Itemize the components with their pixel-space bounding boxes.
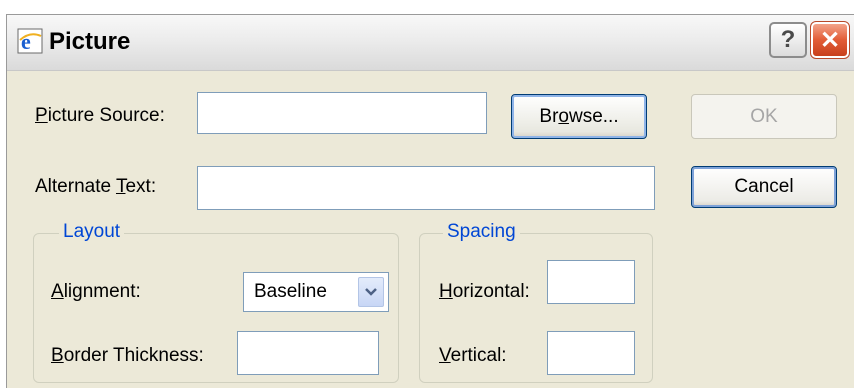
border-thickness-accel: B [51, 345, 64, 366]
question-icon: ? [780, 26, 796, 53]
picture-source-accel: P [35, 105, 48, 126]
alignment-label: Alignment: [51, 281, 141, 303]
horizontal-accel: H [439, 281, 453, 302]
picture-source-label-text: icture Source: [47, 105, 165, 126]
horizontal-spacing-input[interactable] [547, 260, 635, 304]
ie-logo-icon: e [17, 28, 43, 54]
browse-label-rest: wse... [568, 105, 619, 127]
cancel-label: Cancel [734, 176, 794, 197]
vertical-label-text: ertical: [450, 345, 507, 366]
close-button[interactable]: ✕ [810, 21, 850, 59]
dialog-title: Picture [49, 28, 131, 55]
title-bar[interactable]: e Picture ? ✕ [7, 15, 854, 71]
ok-button[interactable]: OK [691, 94, 837, 139]
ok-label: OK [750, 105, 778, 127]
spacing-group-title: Spacing [443, 221, 520, 243]
alternate-text-label-pre: Alternate [35, 176, 116, 197]
border-thickness-label-text: order Thickness: [63, 345, 204, 366]
browse-accel: o [558, 105, 569, 127]
alignment-label-text: lignment: [63, 281, 141, 302]
border-thickness-input[interactable] [237, 331, 379, 375]
horizontal-label-text: orizontal: [452, 281, 530, 302]
picture-source-input[interactable] [197, 92, 487, 134]
picture-dialog: e Picture ? ✕ Picture Source: Br o wse... … [6, 14, 854, 388]
picture-source-label: Picture Source: [35, 105, 165, 127]
help-button[interactable]: ? [769, 22, 807, 58]
horizontal-label: Horizontal: [439, 281, 530, 303]
close-icon: ✕ [819, 26, 841, 54]
browse-button[interactable]: Br o wse... [511, 94, 647, 139]
alignment-accel: A [51, 281, 64, 302]
alternate-text-input[interactable] [197, 166, 655, 210]
cancel-button[interactable]: Cancel [691, 166, 837, 208]
vertical-spacing-input[interactable] [547, 331, 635, 375]
border-thickness-label: Border Thickness: [51, 345, 204, 367]
alignment-select[interactable]: Baseline [243, 272, 389, 312]
alignment-value: Baseline [254, 281, 327, 302]
vertical-label: Vertical: [439, 345, 507, 367]
browse-label-pre: Br [539, 105, 559, 127]
chevron-down-icon[interactable] [358, 277, 384, 307]
svg-text:e: e [21, 29, 31, 54]
layout-group-title: Layout [59, 221, 125, 243]
vertical-accel: V [439, 345, 451, 366]
alternate-text-label: Alternate Text: [35, 176, 156, 198]
alternate-text-label-rest: ext: [125, 176, 157, 197]
